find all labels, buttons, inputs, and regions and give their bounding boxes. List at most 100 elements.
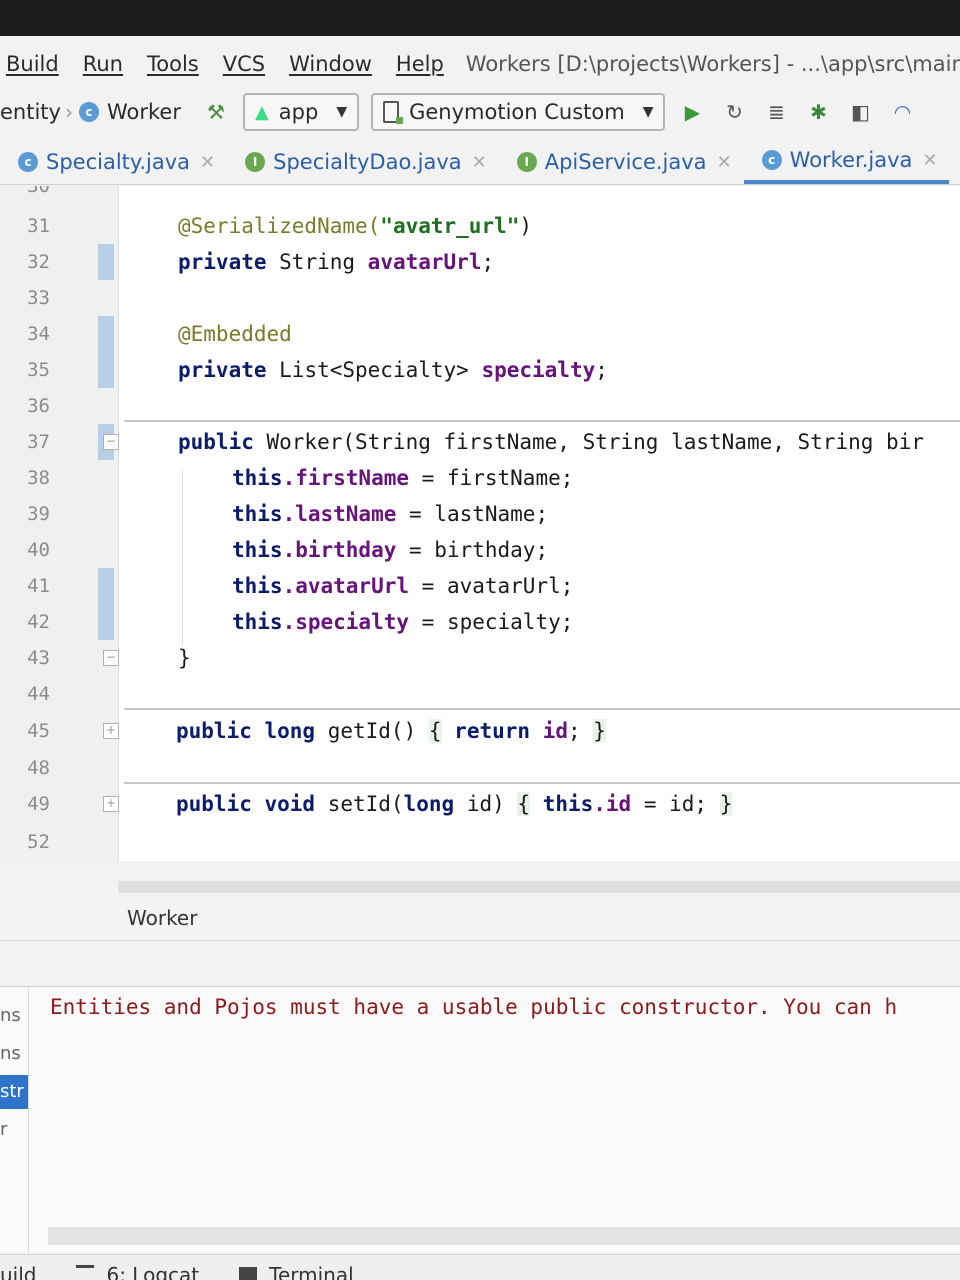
- class-icon: c: [78, 102, 99, 122]
- menu-vcs[interactable]: VCS: [223, 52, 265, 76]
- close-icon[interactable]: ✕: [717, 152, 732, 173]
- code-text: private String avatarUrl;: [178, 250, 495, 274]
- attach-debugger-icon[interactable]: ◠: [887, 97, 917, 127]
- expand-icon[interactable]: +: [103, 796, 119, 812]
- apply-changes-icon[interactable]: ↻: [719, 97, 749, 127]
- logcat-tool-button[interactable]: 6: Logcat: [76, 1263, 199, 1280]
- code-text: public Worker(String firstName, String l…: [178, 430, 924, 454]
- method-separator: [124, 782, 960, 784]
- code-line: 45 + public long getId() { return id; }: [0, 713, 960, 749]
- tab-specialty[interactable]: c Specialty.java ✕: [0, 140, 227, 184]
- line-number: 31: [27, 215, 50, 237]
- run-config-select[interactable]: ▲ app ▼: [242, 93, 360, 131]
- vcs-change-marker[interactable]: [98, 316, 114, 352]
- code-line: 31 @SerializedName("avatr_url"): [0, 208, 960, 244]
- line-number: 44: [27, 683, 50, 705]
- vcs-change-marker[interactable]: [98, 604, 114, 640]
- line-number: 33: [27, 287, 50, 309]
- line-number: 40: [27, 539, 50, 561]
- interface-icon: I: [516, 152, 537, 172]
- line-number: 34: [27, 323, 50, 345]
- code-line: 43 − }: [0, 640, 960, 676]
- build-tree-item[interactable]: ns: [0, 999, 28, 1033]
- line-number: 35: [27, 359, 50, 381]
- code-text: public void setId(long id) { this.id = i…: [176, 792, 733, 816]
- nav-crumb-worker[interactable]: c Worker: [78, 100, 181, 124]
- run-config-label: app: [278, 100, 319, 124]
- tab-overflow[interactable]: c: [949, 140, 960, 184]
- run-icon[interactable]: ▶: [677, 97, 707, 127]
- tab-apiservice[interactable]: I ApiService.java ✕: [499, 140, 744, 184]
- menu-bar: Build Run Tools VCS Window Help Workers …: [0, 44, 960, 84]
- line-number: 48: [27, 757, 50, 779]
- editor-breadcrumb: Worker: [0, 896, 960, 941]
- class-icon: c: [761, 150, 782, 170]
- line-number: 45: [27, 720, 50, 742]
- vcs-change-marker[interactable]: [98, 568, 114, 604]
- hammer-icon[interactable]: ⚒: [201, 97, 231, 127]
- code-line: 34 @Embedded: [0, 316, 960, 352]
- nav-crumb-entity[interactable]: entity ›: [0, 100, 79, 124]
- close-icon[interactable]: ✕: [922, 150, 937, 171]
- tab-label: Specialty.java: [46, 150, 191, 174]
- code-text: public long getId() { return id; }: [176, 719, 606, 743]
- code-line: 48: [0, 750, 960, 786]
- code-text: private List<Specialty> specialty;: [178, 358, 608, 382]
- coverage-icon[interactable]: ≣: [761, 97, 791, 127]
- code-line: 44: [0, 676, 960, 712]
- fold-icon[interactable]: −: [103, 434, 119, 450]
- menu-help[interactable]: Help: [396, 52, 444, 76]
- tab-label: Worker.java: [789, 148, 913, 172]
- code-line: 36: [0, 388, 960, 424]
- device-label: Genymotion Custom: [409, 100, 625, 124]
- line-number: 52: [27, 831, 50, 853]
- close-icon[interactable]: ✕: [472, 152, 487, 173]
- terminal-label: Terminal: [269, 1263, 354, 1280]
- vcs-change-marker[interactable]: [98, 244, 114, 280]
- code-text: @SerializedName("avatr_url"): [178, 214, 533, 238]
- terminal-tool-button[interactable]: Terminal: [239, 1263, 354, 1280]
- breadcrumb-class[interactable]: Worker: [127, 906, 197, 930]
- device-select[interactable]: Genymotion Custom ▼: [371, 93, 666, 131]
- toolbar: entity › c Worker ⚒ ▲ app ▼ Genymotion C…: [0, 90, 960, 134]
- code-line: 38 this.firstName = firstName;: [0, 460, 960, 496]
- build-tree-item-selected[interactable]: str: [0, 1075, 28, 1109]
- menu-build[interactable]: Build: [6, 52, 59, 76]
- method-separator: [124, 420, 960, 422]
- tab-specialtydao[interactable]: I SpecialtyDao.java ✕: [227, 140, 499, 184]
- build-tree: ns ns str r de: [0, 987, 29, 1252]
- close-icon[interactable]: ✕: [200, 152, 215, 173]
- build-output-panel: ns ns str r de Entities and Pojos must h…: [0, 986, 960, 1252]
- method-separator: [124, 708, 960, 710]
- editor-horizontal-scrollbar[interactable]: [118, 881, 960, 893]
- crumb-entity-label: entity: [0, 100, 61, 124]
- fold-icon[interactable]: −: [103, 650, 119, 666]
- line-number: 32: [27, 251, 50, 273]
- menu-tools[interactable]: Tools: [147, 52, 199, 76]
- menu-window[interactable]: Window: [289, 52, 372, 76]
- chevron-down-icon: ▼: [642, 104, 654, 120]
- logcat-icon: [76, 1265, 95, 1280]
- code-line: 42 this.specialty = specialty;: [0, 604, 960, 640]
- build-tree-item[interactable]: r de: [0, 1113, 28, 1147]
- menu-run[interactable]: Run: [83, 52, 123, 76]
- build-tree-item[interactable]: ns: [0, 1037, 28, 1071]
- class-icon: c: [18, 152, 38, 172]
- code-line: 35 private List<Specialty> specialty;: [0, 352, 960, 388]
- code-text: this.firstName = firstName;: [232, 466, 574, 490]
- expand-icon[interactable]: +: [103, 723, 119, 739]
- tab-worker[interactable]: c Worker.java ✕: [743, 140, 950, 184]
- build-error-message: Entities and Pojos must have a usable pu…: [50, 995, 898, 1019]
- line-number: 42: [27, 611, 50, 633]
- build-tool-button[interactable]: uild: [0, 1263, 36, 1280]
- tab-label: ApiService.java: [544, 150, 707, 174]
- logcat-label: 6: Logcat: [106, 1263, 200, 1280]
- profile-icon[interactable]: ◧: [845, 97, 875, 127]
- code-editor[interactable]: 30 31 @SerializedName("avatr_url") 32 pr…: [0, 186, 960, 861]
- panel-horizontal-scrollbar[interactable]: [48, 1227, 960, 1245]
- vcs-change-marker[interactable]: [98, 352, 114, 388]
- line-number: 41: [27, 575, 50, 597]
- code-line: 30: [0, 186, 960, 204]
- debug-icon[interactable]: ✱: [803, 97, 833, 127]
- line-number: 36: [27, 395, 50, 417]
